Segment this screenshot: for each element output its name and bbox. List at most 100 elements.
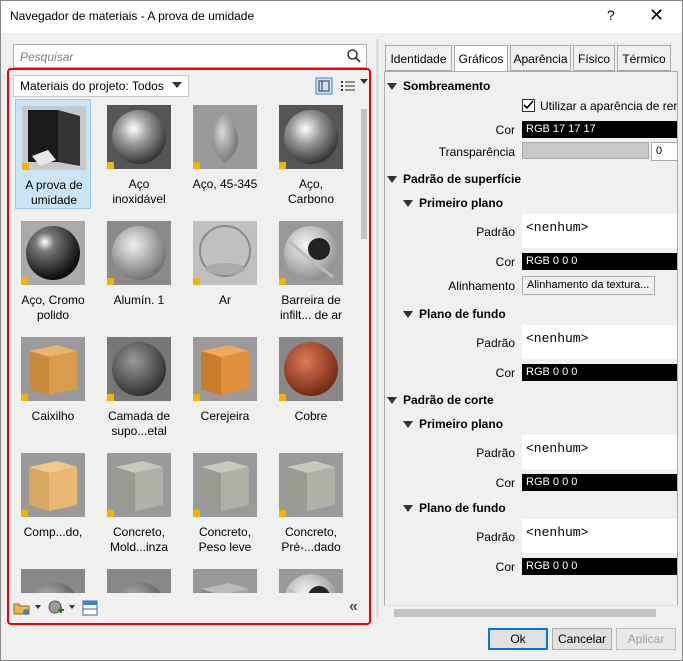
tab-identidade[interactable]: Identidade	[385, 45, 452, 71]
surface-background-pattern[interactable]: <nenhum>	[522, 325, 677, 359]
material-tile[interactable]	[15, 563, 91, 593]
material-tile[interactable]: Barreira de infilt... de ar	[273, 215, 349, 325]
vertical-scrollbar[interactable]	[359, 97, 369, 593]
cut-background-pattern[interactable]: <nenhum>	[522, 519, 677, 553]
thumbnail-view-icon[interactable]	[315, 77, 333, 95]
material-tile[interactable]: Aço, Carbono	[273, 99, 349, 209]
help-button[interactable]: ?	[607, 7, 615, 23]
tab-fisico[interactable]: Físico	[573, 45, 615, 71]
material-tile[interactable]: Cobre	[273, 331, 349, 441]
material-tile[interactable]: Cerejeira	[187, 331, 263, 441]
material-tile[interactable]: Aço inoxidável	[101, 99, 177, 209]
color-label: Cor	[495, 366, 515, 380]
material-tile[interactable]	[187, 563, 263, 593]
material-thumbnail	[193, 569, 257, 593]
material-label: Aço, Carbono	[287, 177, 335, 206]
window-title: Navegador de materiais - A prova de umid…	[10, 9, 255, 23]
collapse-triangle-icon	[403, 311, 413, 319]
section-surface-pattern[interactable]: Padrão de superfície	[387, 172, 521, 186]
cancel-button[interactable]: Cancelar	[552, 628, 612, 650]
open-library-icon[interactable]	[13, 599, 31, 617]
warning-badge-icon	[21, 510, 28, 517]
subsection-surface-background[interactable]: Plano de fundo	[403, 307, 506, 321]
surface-background-color[interactable]: RGB 0 0 0	[522, 364, 677, 381]
surface-foreground-color[interactable]: RGB 0 0 0	[522, 253, 677, 270]
apply-button[interactable]: Aplicar	[616, 628, 676, 650]
material-thumbnail	[22, 106, 86, 170]
library-menu-chevron-icon[interactable]	[35, 605, 41, 609]
material-thumbnail	[21, 453, 85, 517]
subsection-title: Plano de fundo	[419, 501, 506, 515]
ok-button[interactable]: Ok	[488, 628, 548, 650]
material-tile[interactable]: Concreto, Pré-...dado	[273, 447, 349, 557]
material-thumbnail	[107, 453, 171, 517]
shading-color-value[interactable]: RGB 17 17 17	[522, 121, 677, 138]
vertical-scroll-thumb[interactable]	[361, 109, 367, 239]
warning-badge-icon	[107, 278, 114, 285]
transparency-input[interactable]: 0	[651, 142, 677, 161]
alignment-label: Alinhamento	[448, 279, 515, 293]
material-label: Concreto, Pré-...dado	[281, 525, 341, 554]
texture-alignment-button[interactable]: Alinhamento da textura...	[522, 276, 655, 295]
asset-browser-icon[interactable]	[81, 599, 99, 617]
search-input[interactable]: Pesquisar	[13, 44, 367, 68]
cut-background-color[interactable]: RGB 0 0 0	[522, 558, 677, 575]
tab-aparencia[interactable]: Aparência	[510, 45, 571, 71]
create-menu-chevron-icon[interactable]	[69, 605, 75, 609]
material-browser-window: Navegador de materiais - A prova de umid…	[0, 0, 683, 661]
material-tile[interactable]: Concreto, Mold...inza	[101, 447, 177, 557]
material-tile[interactable]: Alumín. 1	[101, 215, 177, 325]
cut-foreground-pattern[interactable]: <nenhum>	[522, 435, 677, 469]
material-tile[interactable]: Camada de supo...etal	[101, 331, 177, 441]
subsection-cut-background[interactable]: Plano de fundo	[403, 501, 506, 515]
material-label: Barreira de infilt... de ar	[279, 293, 343, 322]
material-tile[interactable]	[101, 563, 177, 593]
create-material-icon[interactable]	[47, 599, 65, 617]
transparency-slider[interactable]	[522, 142, 649, 159]
subsection-cut-foreground[interactable]: Primeiro plano	[403, 417, 503, 431]
list-view-icon[interactable]	[339, 77, 357, 95]
horizontal-scroll-thumb[interactable]	[394, 609, 656, 617]
breadcrumb-dropdown[interactable]: Materiais do projeto: Todos	[13, 75, 189, 97]
material-label: Cerejeira	[200, 409, 250, 423]
section-cut-pattern[interactable]: Padrão de corte	[387, 393, 494, 407]
chevron-down-icon	[172, 82, 182, 88]
subsection-surface-foreground[interactable]: Primeiro plano	[403, 196, 503, 210]
subsection-title: Primeiro plano	[419, 196, 504, 210]
material-tile[interactable]: Comp...do,	[15, 447, 91, 557]
material-tile[interactable]: Aço, 45-345	[187, 99, 263, 209]
material-label: Camada de supo...etal	[107, 409, 171, 438]
section-shading-title: Sombreamento	[403, 79, 491, 93]
material-thumbnail	[193, 337, 257, 401]
tab-termico[interactable]: Térmico	[617, 45, 671, 71]
surface-foreground-pattern[interactable]: <nenhum>	[522, 214, 677, 248]
library-toolbar: «	[13, 597, 369, 619]
tab-graficos[interactable]: Gráficos	[454, 45, 508, 72]
material-thumbnail	[279, 105, 343, 169]
material-tile[interactable]: Aço, Cromo polido	[15, 215, 91, 325]
material-thumbnail	[21, 337, 85, 401]
close-button[interactable]: ✕	[649, 5, 664, 26]
material-thumbnail	[21, 221, 85, 285]
material-tile[interactable]: A prova de umidade	[15, 99, 91, 209]
material-tile[interactable]: Concreto, Peso leve	[187, 447, 263, 557]
view-options-chevron-icon[interactable]	[360, 79, 368, 84]
material-thumbnail	[193, 221, 257, 285]
render-appearance-checkbox[interactable]	[522, 99, 535, 112]
material-tile[interactable]: Ar	[187, 215, 263, 325]
material-label: Aço, 45-345	[192, 177, 258, 191]
graphics-properties-panel: Sombreamento Utilizar a aparência de ren…	[384, 71, 678, 619]
subsection-title: Primeiro plano	[419, 417, 504, 431]
collapse-triangle-icon	[387, 397, 397, 405]
panel-splitter[interactable]	[376, 39, 379, 619]
search-icon[interactable]	[346, 48, 362, 64]
material-tile[interactable]: Caixilho	[15, 331, 91, 441]
collapse-panel-icon[interactable]: «	[349, 598, 358, 616]
section-shading[interactable]: Sombreamento	[387, 79, 490, 93]
horizontal-scrollbar[interactable]	[384, 605, 678, 619]
warning-badge-icon	[193, 394, 200, 401]
cut-foreground-color[interactable]: RGB 0 0 0	[522, 474, 677, 491]
material-tile[interactable]	[273, 563, 349, 593]
material-thumbnail	[193, 105, 257, 169]
collapse-triangle-icon	[403, 421, 413, 429]
